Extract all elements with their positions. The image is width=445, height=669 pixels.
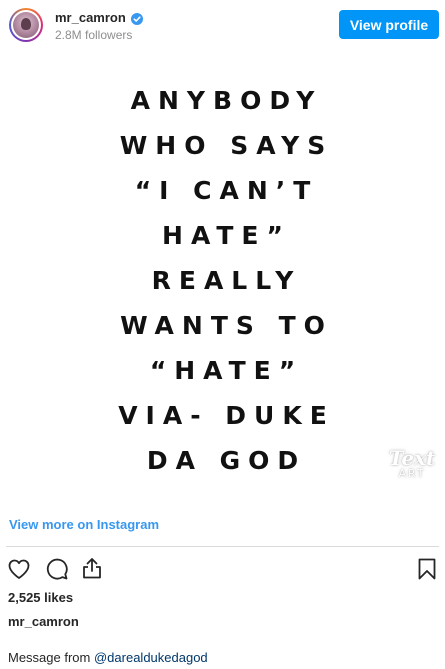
post-text-line: “I CAN’T <box>134 176 319 205</box>
like-count[interactable]: 2,525 likes <box>8 590 73 605</box>
username[interactable]: mr_camron <box>55 10 126 25</box>
post-image[interactable]: ANYBODY WHO SAYS “I CAN’T HATE” REALLY W… <box>0 50 445 505</box>
post-text-block: ANYBODY WHO SAYS “I CAN’T HATE” REALLY W… <box>0 78 445 483</box>
post-text-line: “HATE” <box>149 356 304 385</box>
post-text-line: REALLY <box>151 266 302 295</box>
caption: Message from @darealdukedagod <box>8 650 208 665</box>
post-text-line: ANYBODY <box>130 86 323 115</box>
follower-count: 2.8M followers <box>55 28 133 42</box>
post-text-line: WHO SAYS <box>119 131 334 160</box>
comment-icon[interactable] <box>45 557 69 581</box>
caption-text: Message from <box>8 650 94 665</box>
avatar-image <box>13 12 39 38</box>
bookmark-icon[interactable] <box>415 557 439 581</box>
avatar-ring <box>11 10 41 40</box>
post-text-line: VIA- DUKE <box>118 401 335 430</box>
caption-mention-link[interactable]: @darealdukedagod <box>94 650 208 665</box>
post-text-line: DA GOD <box>146 446 307 475</box>
caption-username[interactable]: mr_camron <box>8 614 79 629</box>
text-art-watermark: Text ART <box>384 448 440 480</box>
post-text-line: HATE” <box>162 221 291 250</box>
post-header: mr_camron 2.8M followers View profile <box>0 0 445 50</box>
avatar[interactable] <box>9 8 43 42</box>
heart-icon[interactable] <box>7 557 31 581</box>
username-row: mr_camron <box>55 10 143 25</box>
divider <box>6 546 439 547</box>
view-profile-button[interactable]: View profile <box>339 10 439 39</box>
post-text-line: WANTS TO <box>120 311 333 340</box>
view-more-on-instagram-link[interactable]: View more on Instagram <box>9 517 159 532</box>
verified-badge-icon <box>130 12 143 25</box>
share-icon[interactable] <box>80 556 104 580</box>
watermark-main: Text <box>388 446 436 470</box>
